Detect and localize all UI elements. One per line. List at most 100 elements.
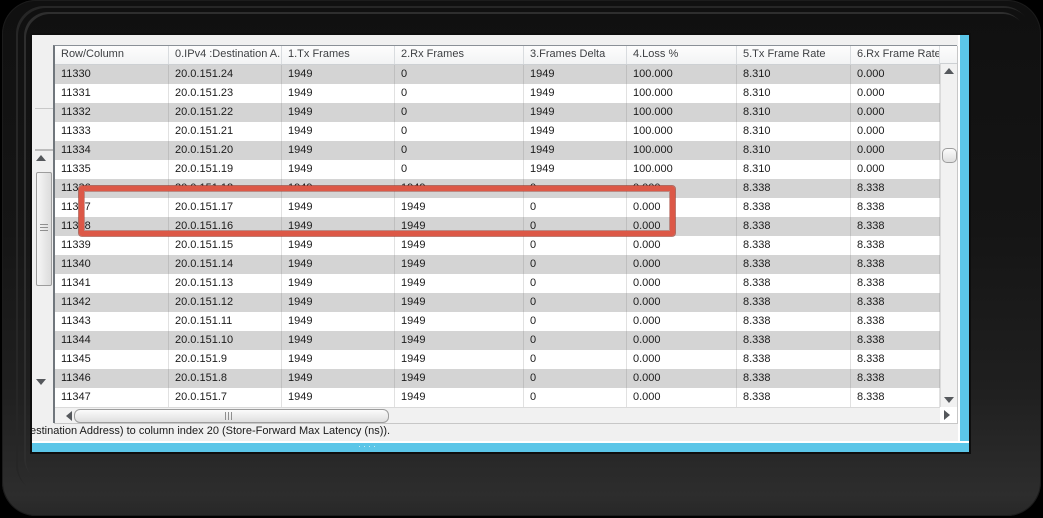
table-cell: 1949	[282, 369, 395, 388]
table-cell: 1949	[282, 160, 395, 179]
table-cell: 8.338	[737, 369, 851, 388]
table-cell: 8.338	[737, 312, 851, 331]
column-header-3[interactable]: 2.Rx Frames	[395, 46, 524, 64]
table-row-11339[interactable]: 11339 20.0.151.15 1949 1949 0 0.000 8.338 8.338	[55, 236, 940, 255]
column-header-1[interactable]: 0.IPv4 :Destination A..	[169, 46, 282, 64]
column-header-2[interactable]: 1.Tx Frames	[282, 46, 395, 64]
table-cell: 8.338	[851, 179, 940, 198]
column-header-0[interactable]: Row/Column	[55, 46, 169, 64]
table-cell: 0	[524, 312, 627, 331]
table-cell: 20.0.151.23	[169, 84, 282, 103]
horizontal-scrollbar[interactable]	[55, 407, 940, 423]
table-row-11345[interactable]: 11345 20.0.151.9 1949 1949 0 0.000 8.338 8.338	[55, 350, 940, 369]
table-row-11341[interactable]: 11341 20.0.151.13 1949 1949 0 0.000 8.338 8.338	[55, 274, 940, 293]
table-cell: 8.338	[737, 217, 851, 236]
table-cell: 0	[524, 236, 627, 255]
table-cell: 1949	[524, 160, 627, 179]
table-cell: 8.338	[851, 331, 940, 350]
table-cell: 1949	[395, 388, 524, 407]
column-header-4[interactable]: 3.Frames Delta	[524, 46, 627, 64]
horizontal-scrollbar-thumb[interactable]	[74, 409, 389, 423]
table-cell: 1949	[524, 122, 627, 141]
table-cell: 0.000	[627, 369, 737, 388]
table-cell: 8.310	[737, 84, 851, 103]
table-row-11347[interactable]: 11347 20.0.151.7 1949 1949 0 0.000 8.338 8.338	[55, 388, 940, 407]
table-cell: 8.310	[737, 65, 851, 84]
table-cell: 11335	[55, 160, 169, 179]
table-row-11346[interactable]: 11346 20.0.151.8 1949 1949 0 0.000 8.338 8.338	[55, 369, 940, 388]
table-cell: 1949	[282, 331, 395, 350]
table-cell: 0	[524, 388, 627, 407]
table-row-11331[interactable]: 11331 20.0.151.23 1949 0 1949 100.000 8.310 0.0…	[55, 84, 940, 103]
table-cell: 11331	[55, 84, 169, 103]
table-cell: 1949	[524, 65, 627, 84]
table-cell: 0.000	[851, 84, 940, 103]
table-cell: 1949	[524, 103, 627, 122]
table-cell: 20.0.151.20	[169, 141, 282, 160]
table-row-11340[interactable]: 11340 20.0.151.14 1949 1949 0 0.000 8.338 8.338	[55, 255, 940, 274]
table-cell: 0	[524, 274, 627, 293]
table-cell: 0	[395, 141, 524, 160]
table-cell: 8.338	[737, 274, 851, 293]
table-cell: 100.000	[627, 160, 737, 179]
table-cell: 20.0.151.9	[169, 350, 282, 369]
scroll-down-arrow-icon[interactable]	[944, 397, 954, 403]
table-cell: 11346	[55, 369, 169, 388]
table-cell: 8.338	[851, 388, 940, 407]
scroll-up-arrow-icon[interactable]	[944, 68, 954, 74]
cyan-border-bottom: ····	[32, 441, 969, 452]
table-cell: 8.338	[851, 312, 940, 331]
table-row-11334[interactable]: 11334 20.0.151.20 1949 0 1949 100.000 8.310 0.0…	[55, 141, 940, 160]
table-cell: 0.000	[851, 141, 940, 160]
scrollbar-grip-icon	[40, 224, 48, 231]
table-cell: 20.0.151.24	[169, 65, 282, 84]
table-row-11330[interactable]: 11330 20.0.151.24 1949 0 1949 100.000 8.310 0.0…	[55, 65, 940, 84]
table-cell: 8.310	[737, 160, 851, 179]
table-cell: 20.0.151.10	[169, 331, 282, 350]
table-cell: 20.0.151.11	[169, 312, 282, 331]
column-header-6[interactable]: 5.Tx Frame Rate	[737, 46, 851, 64]
table-cell: 8.338	[851, 274, 940, 293]
table-cell: 1949	[282, 388, 395, 407]
table-cell: 20.0.151.15	[169, 236, 282, 255]
scroll-left-arrow-icon[interactable]	[66, 411, 72, 421]
table-row-11344[interactable]: 11344 20.0.151.10 1949 1949 0 0.000 8.338 8.338	[55, 331, 940, 350]
vertical-scrollbar[interactable]	[940, 64, 957, 407]
table-cell: 8.338	[737, 198, 851, 217]
table-cell: 1949	[282, 65, 395, 84]
table-cell: 8.338	[737, 236, 851, 255]
table-cell: 1949	[282, 236, 395, 255]
scroll-down-arrow-icon[interactable]	[36, 379, 46, 385]
left-vertical-scrollbar-thumb[interactable]	[36, 172, 52, 286]
table-cell: 100.000	[627, 84, 737, 103]
table-row-11343[interactable]: 11343 20.0.151.11 1949 1949 0 0.000 8.338 8.338	[55, 312, 940, 331]
table-cell: 1949	[524, 141, 627, 160]
vertical-scrollbar-thumb[interactable]	[942, 148, 957, 163]
splitter-grip-dots-icon[interactable]: ····	[358, 442, 378, 451]
table-cell: 1949	[282, 312, 395, 331]
table-row-11342[interactable]: 11342 20.0.151.12 1949 1949 0 0.000 8.338 8.338	[55, 293, 940, 312]
column-header-5[interactable]: 4.Loss %	[627, 46, 737, 64]
table-row-11333[interactable]: 11333 20.0.151.21 1949 0 1949 100.000 8.310 0.0…	[55, 122, 940, 141]
table-cell: 0	[395, 65, 524, 84]
scroll-up-arrow-icon[interactable]	[36, 155, 46, 161]
table-row-11335[interactable]: 11335 20.0.151.19 1949 0 1949 100.000 8.310 0.0…	[55, 160, 940, 179]
screenshot-canvas: Row/Column 0.IPv4 :Destination A.. 1.Tx Fr…	[0, 0, 1043, 518]
table-cell: 20.0.151.7	[169, 388, 282, 407]
table-cell: 20.0.151.22	[169, 103, 282, 122]
table-cell: 0.000	[627, 350, 737, 369]
table-cell: 20.0.151.8	[169, 369, 282, 388]
table-cell: 1949	[395, 350, 524, 369]
table-cell: 11347	[55, 388, 169, 407]
panel-divider	[35, 108, 53, 109]
cyan-border-right	[958, 35, 969, 452]
column-header-7[interactable]: 6.Rx Frame Rate	[851, 46, 940, 64]
table-cell: 0.000	[851, 160, 940, 179]
scroll-right-arrow-icon[interactable]	[944, 410, 950, 420]
table-cell: 11342	[55, 293, 169, 312]
table-cell: 1949	[395, 369, 524, 388]
table-cell: 20.0.151.21	[169, 122, 282, 141]
table-row-11332[interactable]: 11332 20.0.151.22 1949 0 1949 100.000 8.310 0.0…	[55, 103, 940, 122]
table-cell: 0.000	[851, 65, 940, 84]
table-cell: 8.310	[737, 122, 851, 141]
